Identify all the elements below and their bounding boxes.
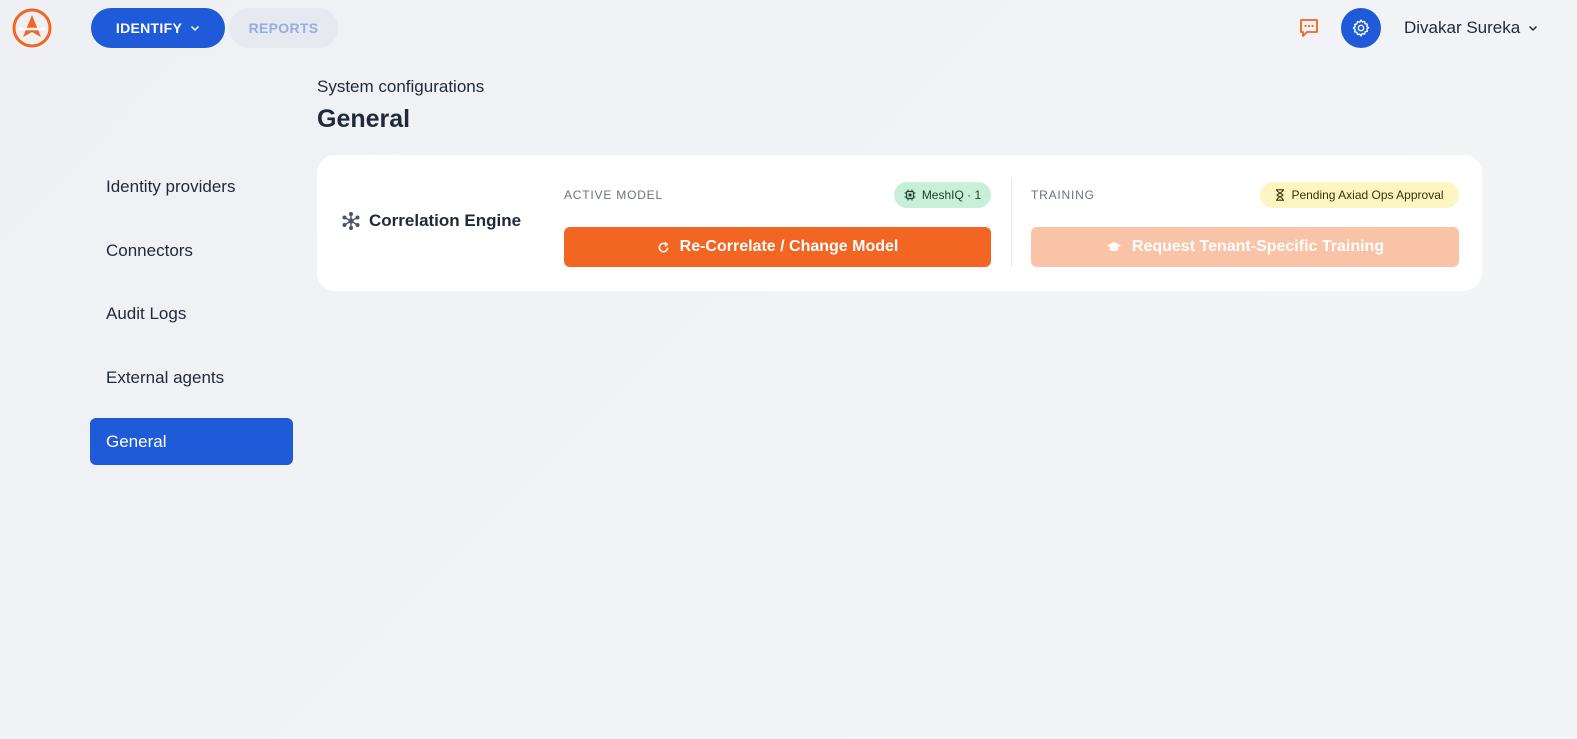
chip-icon xyxy=(904,189,916,201)
settings-button[interactable] xyxy=(1341,8,1381,48)
sidebar-item-label: External agents xyxy=(106,367,225,387)
graduation-cap-icon xyxy=(1106,242,1121,252)
sidebar-item-general[interactable]: General xyxy=(90,418,293,465)
nav-reports-tab[interactable]: REPORTS xyxy=(229,8,338,48)
correlation-engine-card: Correlation Engine ACTIVE MODEL MeshIQ ·… xyxy=(317,155,1482,291)
top-bar: IDENTIFY REPORTS Divakar Sureka xyxy=(0,0,1577,56)
sidebar-item-audit-logs[interactable]: Audit Logs xyxy=(90,290,293,337)
user-menu[interactable]: Divakar Sureka xyxy=(1404,16,1538,40)
card-divider xyxy=(1011,179,1012,267)
axiad-logo-icon[interactable] xyxy=(12,8,52,48)
sidebar-item-label: General xyxy=(106,431,167,451)
active-model-label: ACTIVE MODEL xyxy=(564,188,663,202)
training-label: TRAINING xyxy=(1031,188,1095,202)
gear-icon xyxy=(1352,19,1370,37)
sidebar-item-label: Connectors xyxy=(106,240,193,260)
active-model-badge-label: MeshIQ · 1 xyxy=(921,188,982,202)
nav-identify-tab[interactable]: IDENTIFY xyxy=(91,8,225,48)
sidebar-item-external-agents[interactable]: External agents xyxy=(90,354,293,401)
correlation-engine-header: Correlation Engine xyxy=(341,211,521,231)
sidebar-item-connectors[interactable]: Connectors xyxy=(90,227,293,274)
refresh-icon xyxy=(658,241,669,252)
training-status-badge: Pending Axiad Ops Approval xyxy=(1260,182,1459,208)
sidebar-item-identity-providers[interactable]: Identity providers xyxy=(90,163,293,210)
hourglass-icon xyxy=(1276,189,1285,201)
active-model-badge: MeshIQ · 1 xyxy=(894,182,991,208)
engine-label: Correlation Engine xyxy=(369,211,522,230)
sidebar-item-label: Audit Logs xyxy=(106,303,187,323)
chevron-down-icon xyxy=(191,25,200,32)
recorrelate-button-label: Re-Correlate / Change Model xyxy=(679,238,899,255)
chevron-down-icon xyxy=(1529,25,1538,32)
training-status-label: Pending Axiad Ops Approval xyxy=(1291,188,1444,202)
network-hub-icon xyxy=(342,212,360,230)
request-training-button[interactable]: Request Tenant-Specific Training xyxy=(1031,227,1459,267)
chat-icon[interactable] xyxy=(1298,17,1320,39)
nav-identify-label: IDENTIFY xyxy=(115,20,183,36)
user-name: Divakar Sureka xyxy=(1404,18,1521,37)
sidebar-item-label: Identity providers xyxy=(106,176,236,196)
request-training-button-label: Request Tenant-Specific Training xyxy=(1131,238,1385,255)
breadcrumb: System configurations xyxy=(317,77,485,96)
recorrelate-button[interactable]: Re-Correlate / Change Model xyxy=(564,227,991,267)
page-title: General xyxy=(317,105,411,133)
nav-reports-label: REPORTS xyxy=(248,20,319,36)
